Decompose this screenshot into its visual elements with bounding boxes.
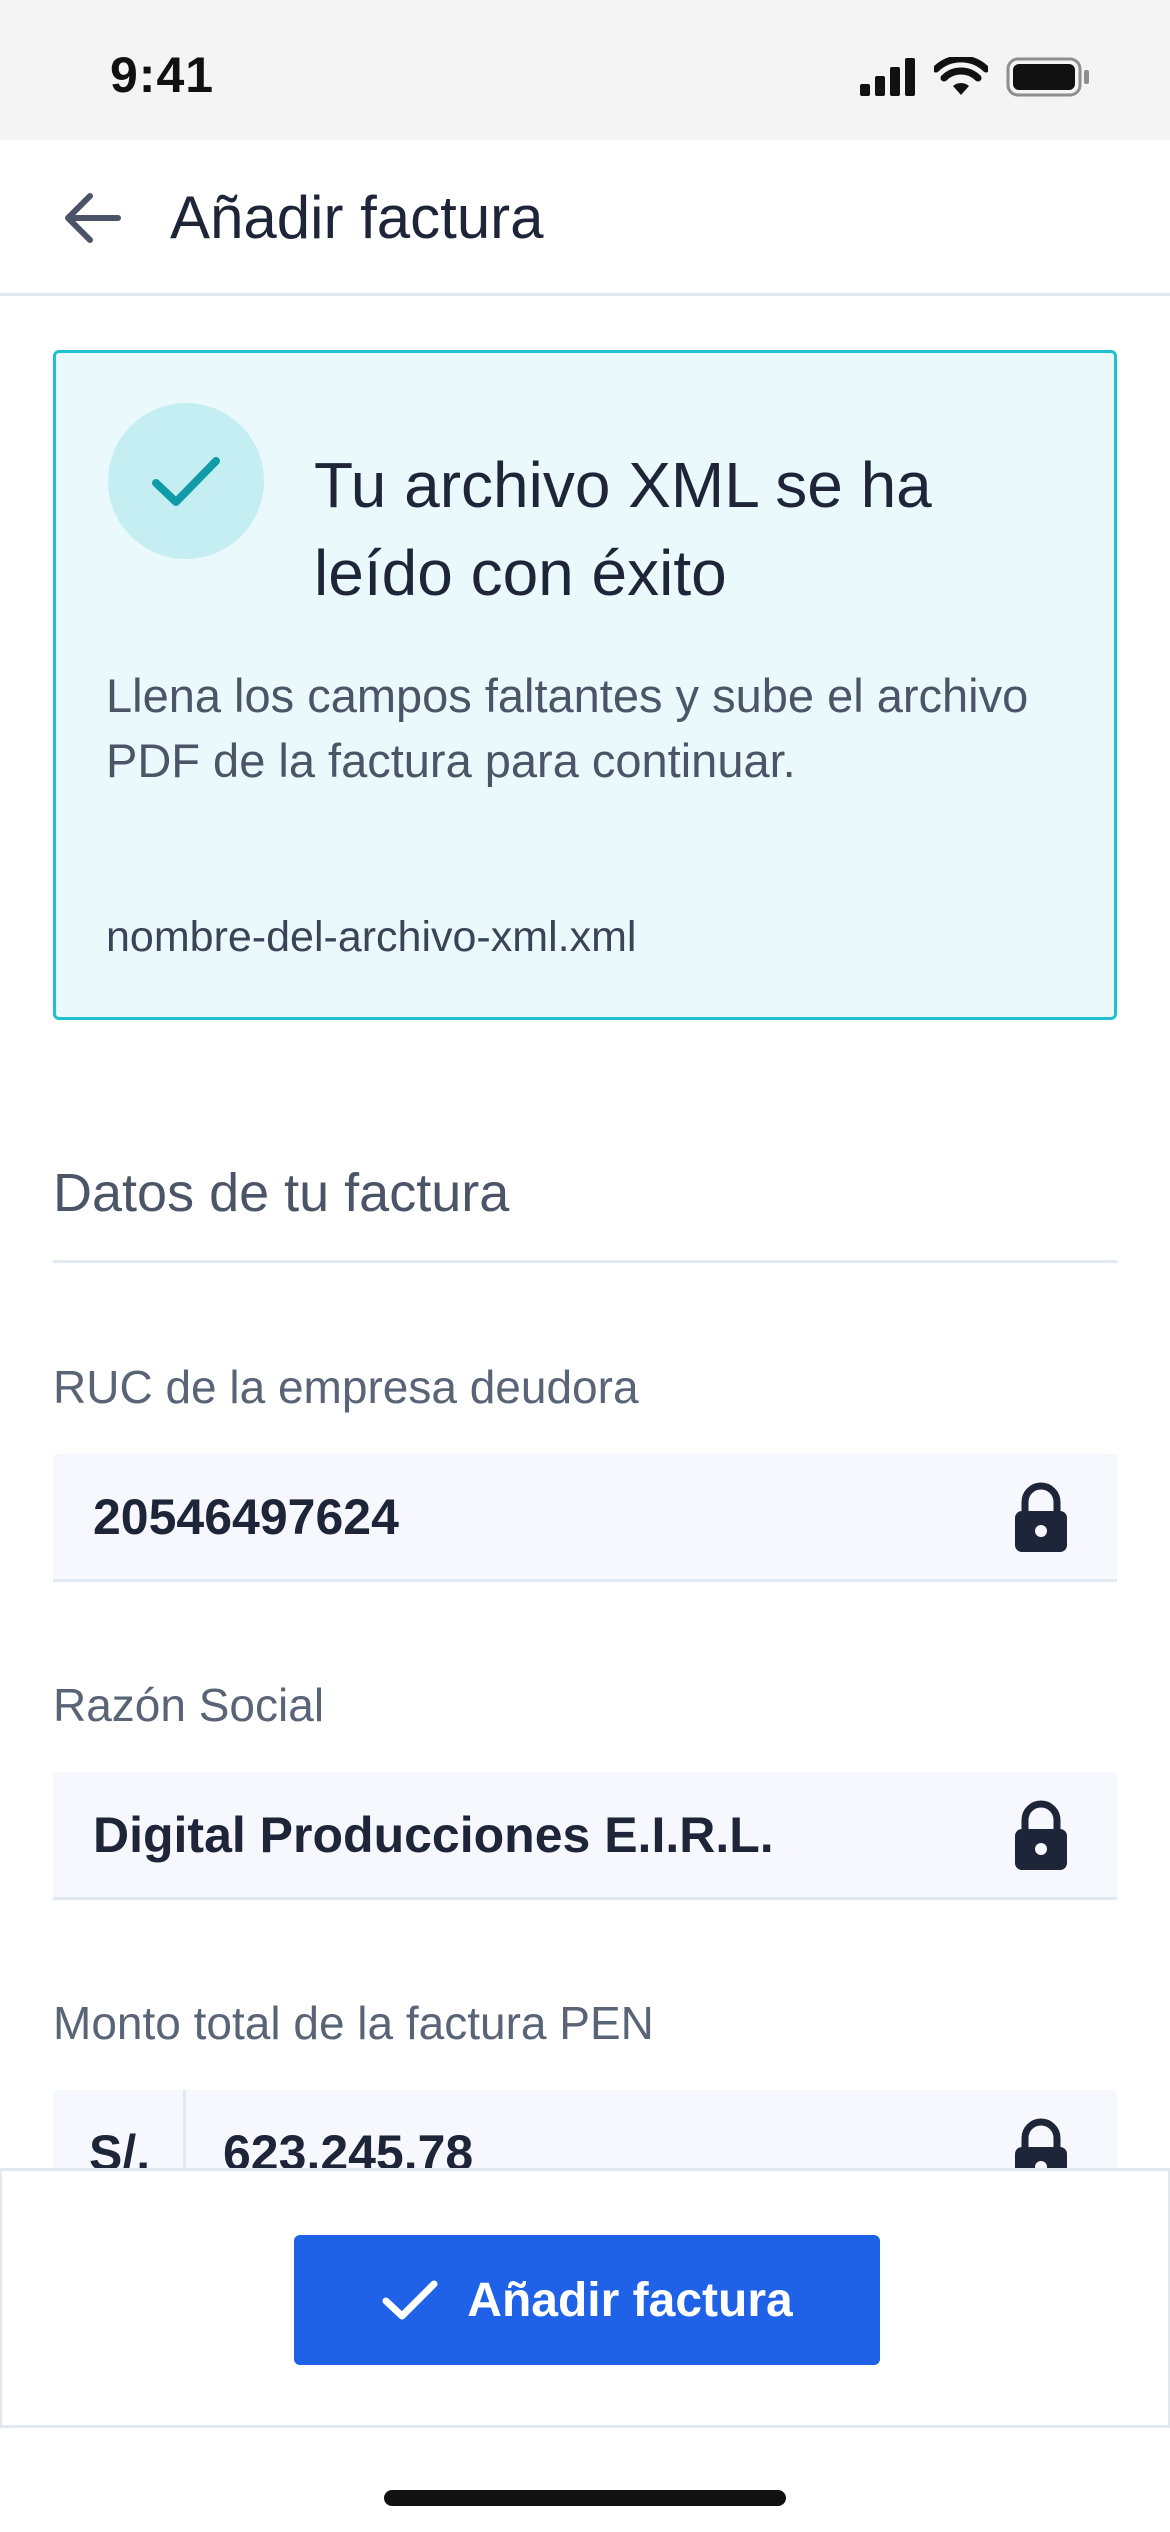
add-invoice-label: Añadir factura xyxy=(467,2273,793,2327)
battery-icon xyxy=(1006,57,1089,97)
bottom-action-bar: Añadir factura xyxy=(0,2168,1170,2428)
home-indicator[interactable] xyxy=(384,2490,786,2506)
back-arrow-icon xyxy=(65,193,121,243)
razon-social-value: Digital Producciones E.I.R.L. xyxy=(93,1807,774,1863)
wifi-icon xyxy=(934,57,988,95)
status-icons xyxy=(860,52,1090,102)
xml-file-name: nombre-del-archivo-xml.xml xyxy=(106,913,637,961)
lock-icon xyxy=(1015,1482,1067,1552)
check-icon xyxy=(152,457,220,506)
check-circle xyxy=(108,403,264,559)
app-header: Añadir factura xyxy=(0,140,1170,296)
back-button[interactable] xyxy=(52,178,132,258)
ruc-value: 20546497624 xyxy=(93,1489,399,1545)
section-divider xyxy=(53,1260,1117,1263)
status-bar: 9:41 xyxy=(0,0,1170,140)
razon-social-label: Razón Social xyxy=(53,1679,325,1731)
ruc-label: RUC de la empresa deudora xyxy=(53,1361,639,1413)
razon-social-field: Digital Producciones E.I.R.L. xyxy=(53,1772,1117,1900)
success-card: Tu archivo XML se ha leído con éxito Lle… xyxy=(53,350,1117,1020)
page-title: Añadir factura xyxy=(170,184,544,251)
success-description: Llena los campos faltantes y sube el arc… xyxy=(106,669,1029,787)
section-title: Datos de tu factura xyxy=(53,1163,510,1223)
lock-icon xyxy=(1015,1800,1067,1870)
status-time: 9:41 xyxy=(110,47,215,103)
monto-label: Monto total de la factura PEN xyxy=(53,1997,654,2049)
add-invoice-button[interactable]: Añadir factura xyxy=(294,2235,880,2365)
signal-icon xyxy=(860,58,915,96)
check-icon xyxy=(382,2280,438,2320)
ruc-field: 20546497624 xyxy=(53,1454,1117,1582)
success-title: Tu archivo XML se ha leído con éxito xyxy=(314,449,932,609)
